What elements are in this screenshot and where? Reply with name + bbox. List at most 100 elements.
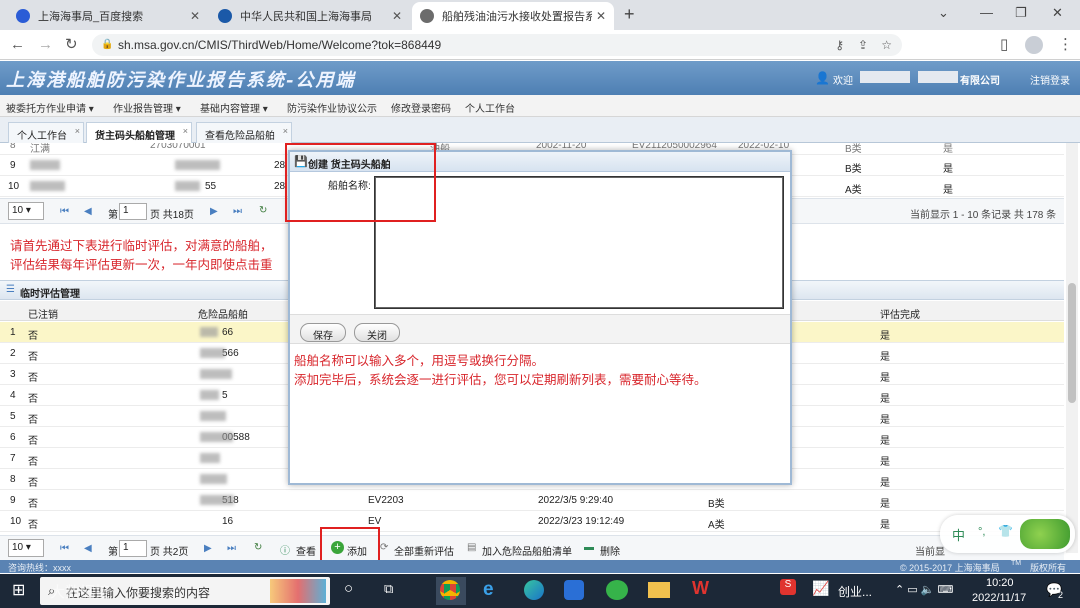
browser-tab-baidu[interactable]: 上海海事局_百度搜索 ✕: [8, 2, 208, 30]
cell: 16: [222, 516, 234, 527]
side-panel-icon[interactable]: ▯: [1000, 36, 1008, 54]
close-icon[interactable]: ×: [75, 126, 80, 136]
table-row[interactable]: 10 否 16 EV 2022/3/23 19:12:49 A类 是: [0, 511, 1064, 532]
last-page-icon[interactable]: ⏭: [233, 206, 242, 217]
re-evaluate-all-button[interactable]: 全部重新评估: [394, 543, 454, 558]
refresh-icon[interactable]: ↻: [259, 205, 267, 216]
cell: A类: [845, 185, 862, 196]
cell: 是: [880, 520, 890, 531]
maximize-button[interactable]: ❐: [1015, 5, 1027, 21]
close-button[interactable]: 关闭: [354, 323, 400, 342]
wps-icon[interactable]: W: [692, 578, 709, 599]
user-icon: 👤: [815, 71, 830, 85]
page-number-input[interactable]: 1: [119, 540, 147, 557]
tab-label: 个人工作台: [17, 131, 67, 142]
cell: 是: [880, 352, 890, 363]
add-list-icon: ▤: [467, 542, 477, 553]
page-size-select[interactable]: 10 ▾: [8, 202, 44, 220]
scrollbar[interactable]: [1066, 143, 1078, 553]
forward-arrow-icon[interactable]: →: [38, 36, 53, 54]
col-header-dangerous-ship[interactable]: 危险品船舶: [198, 306, 248, 321]
menu-entrusted-apply[interactable]: 被委托方作业申请 ▾: [6, 100, 94, 115]
ime-mode[interactable]: 中: [952, 525, 965, 544]
row-number: 3: [10, 369, 16, 380]
page-number-input[interactable]: 1: [119, 203, 147, 220]
cell: B类: [708, 499, 725, 510]
minimize-button[interactable]: —: [980, 5, 993, 20]
taskbar-app-label[interactable]: 创业...: [838, 583, 872, 600]
close-window-button[interactable]: ✕: [1052, 5, 1063, 21]
profile-avatar-icon[interactable]: [1025, 36, 1043, 54]
close-icon[interactable]: ×: [183, 126, 188, 136]
add-to-dangerous-list-button[interactable]: 加入危险品船舶清单: [482, 543, 572, 558]
ie-icon[interactable]: e: [483, 579, 494, 601]
tab-personal-workspace[interactable]: 个人工作台 ×: [8, 122, 84, 143]
table-row[interactable]: 9否518EV22032022/3/5 9:29:40B类是: [0, 490, 1064, 511]
menu-personal-workspace[interactable]: 个人工作台: [465, 100, 515, 115]
col-header-eval-done[interactable]: 评估完成: [880, 306, 920, 321]
last-page-icon[interactable]: ⏭: [227, 543, 236, 554]
tray-icons[interactable]: ⌃ ▭ 🔈 ⌨: [895, 583, 953, 596]
close-tab-icon[interactable]: ✕: [596, 9, 606, 23]
windows-start-icon[interactable]: ⊞: [12, 580, 25, 600]
delete-button[interactable]: 删除: [600, 543, 620, 558]
new-tab-button[interactable]: +: [624, 4, 635, 25]
bookmark-star-icon[interactable]: ☆: [881, 34, 892, 56]
edge-icon[interactable]: [524, 580, 544, 600]
cell: 否: [28, 520, 38, 531]
menu-change-password[interactable]: 修改登录密码: [391, 100, 451, 115]
scrollbar-thumb[interactable]: [1068, 283, 1076, 403]
page-label: 第: [108, 210, 118, 221]
menu-basic-content[interactable]: 基础内容管理 ▾: [200, 100, 268, 115]
menu-protocol-notice[interactable]: 防污染作业协议公示: [287, 100, 377, 115]
chart-app-icon[interactable]: 📈: [812, 580, 829, 597]
close-tab-icon[interactable]: ✕: [190, 9, 200, 23]
key-icon[interactable]: ⚷: [835, 34, 844, 56]
next-page-icon[interactable]: ▶: [204, 543, 212, 554]
app-s-icon[interactable]: S: [780, 579, 796, 595]
refresh-icon[interactable]: ↻: [254, 542, 262, 553]
save-button[interactable]: 保存: [300, 323, 346, 342]
record-info: 当前显: [915, 547, 945, 558]
skin-icon[interactable]: 👕: [998, 524, 1013, 538]
view-button[interactable]: 查看: [296, 543, 316, 558]
close-tab-icon[interactable]: ✕: [392, 9, 402, 23]
clock-time[interactable]: 10:20: [986, 577, 1014, 589]
cell: 是: [943, 185, 953, 196]
next-page-icon[interactable]: ▶: [210, 206, 218, 217]
prev-page-icon[interactable]: ◀: [84, 206, 92, 217]
browser-tab-title: 上海海事局_百度搜索: [38, 11, 144, 23]
browser-tab-active[interactable]: 船舶残油油污水接收处置报告系统 ✕: [412, 2, 614, 30]
share-icon[interactable]: ⇪: [858, 34, 868, 56]
menu-report-management[interactable]: 作业报告管理 ▾: [113, 100, 181, 115]
chrome-icon[interactable]: [440, 580, 460, 600]
clock-date[interactable]: 2022/11/17: [972, 592, 1026, 604]
url-field[interactable]: 🔒 sh.msa.gov.cn/CMIS/ThirdWeb/Home/Welco…: [92, 34, 902, 56]
first-page-icon[interactable]: ⏮: [60, 543, 69, 554]
close-icon[interactable]: ×: [283, 126, 288, 136]
logout-link[interactable]: 注销登录: [1030, 72, 1070, 87]
lower-pager: 10 ▾ ⏮ ◀ 第 1 页 共2页 ▶ ⏭ ↻ ⓘ 查看 + 添加 ⟳ 全部重…: [0, 535, 1064, 561]
wechat-icon[interactable]: [606, 580, 628, 600]
file-explorer-icon[interactable]: [648, 582, 670, 598]
company-name-redacted: [918, 71, 958, 83]
company-suffix: 有限公司: [960, 76, 1000, 87]
cortana-icon[interactable]: ○: [344, 580, 353, 597]
tab-dangerous-ships[interactable]: 查看危险品船舶 ×: [196, 122, 292, 143]
punctuation-icon[interactable]: °,: [978, 526, 985, 538]
cell: 否: [28, 499, 38, 510]
reload-icon[interactable]: ↻: [65, 36, 78, 54]
store-icon[interactable]: [564, 580, 584, 600]
col-header-cancelled[interactable]: 已注销: [28, 306, 58, 321]
cell: EV: [368, 516, 382, 527]
task-view-icon[interactable]: ⧉: [384, 581, 393, 597]
tab-cargo-wharf-ships[interactable]: 货主码头船舶管理 ×: [86, 122, 192, 143]
page-size-select[interactable]: 10 ▾: [8, 539, 44, 557]
browser-tab-msa[interactable]: 中华人民共和国上海海事局 ✕: [210, 2, 410, 30]
tab-search-icon[interactable]: ⌄: [938, 5, 949, 21]
back-arrow-icon[interactable]: ←: [10, 36, 25, 54]
prev-page-icon[interactable]: ◀: [84, 543, 92, 554]
ime-toolbar[interactable]: 中 °, 👕: [940, 515, 1075, 553]
menu-dots-icon[interactable]: ⋮: [1058, 36, 1073, 54]
first-page-icon[interactable]: ⏮: [60, 206, 69, 217]
